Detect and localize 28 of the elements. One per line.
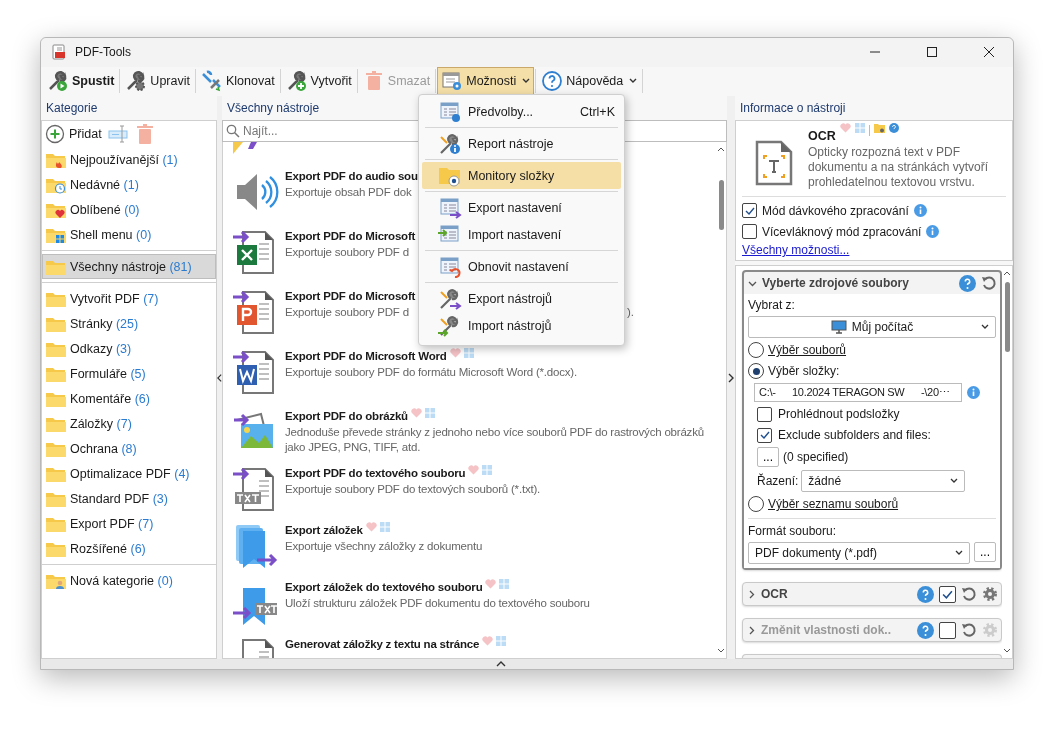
tool-title: OCR — [808, 129, 836, 144]
tool-description: Exportuje všechny záložky z dokumentu — [285, 539, 483, 555]
exclude-count: (0 specified) — [783, 450, 849, 465]
tool-description: Exportuje soubory PDF d — [285, 305, 409, 321]
field-label: Formát souboru: — [748, 524, 838, 540]
tool-description: Exportuje obsah PDF dok — [285, 185, 412, 201]
tool-title: Export PDF do Microsoft Word — [285, 350, 447, 363]
tool-title: Export záložek do textového souboru — [285, 581, 483, 594]
panel-header: Informace o nástroji — [739, 100, 846, 118]
tool-title: Export PDF do Microsoft — [285, 230, 416, 243]
tool-description: Uloží strukturu záložek PDF dokumentu do textového souboru — [285, 596, 590, 612]
tool-description: Exportuje soubory PDF do textových souborů (*.txt). — [285, 482, 541, 498]
tool-title: Generovat záložky z textu na stránce — [285, 638, 480, 651]
field-label: Řazení: — [757, 474, 799, 489]
tool-description: ). — [627, 305, 634, 321]
tool-title: Export PDF do audio sou — [285, 170, 418, 183]
tool-title: Export PDF do Microsoft — [285, 290, 416, 303]
window-title: PDF-Tools — [75, 45, 131, 60]
panel-header: Kategorie — [45, 100, 98, 118]
panel-header: Všechny nástroje — [226, 100, 320, 118]
field-label: Vybrat z: — [748, 298, 796, 314]
tool-description: Exportuje soubory PDF do formátu Microsoft Word (*.docx). — [285, 365, 577, 381]
tool-description: Opticky rozpozná text v PDF dokumentu a na stránkách vytvoří prohledatelnou textovou vrstvu. — [808, 145, 990, 191]
tool-title: Export PDF do textového souboru — [285, 467, 466, 480]
tool-description: Jednoduše převede stránky z jednoho nebo více souborů PDF do rastrových obrázků jako JPEG, PNG, TIFF, atd. — [285, 425, 705, 456]
tool-title: Export PDF do obrázků — [285, 410, 408, 423]
tool-title: Export záložek — [285, 524, 363, 537]
tool-description: Exportuje soubory PDF d — [285, 245, 409, 261]
